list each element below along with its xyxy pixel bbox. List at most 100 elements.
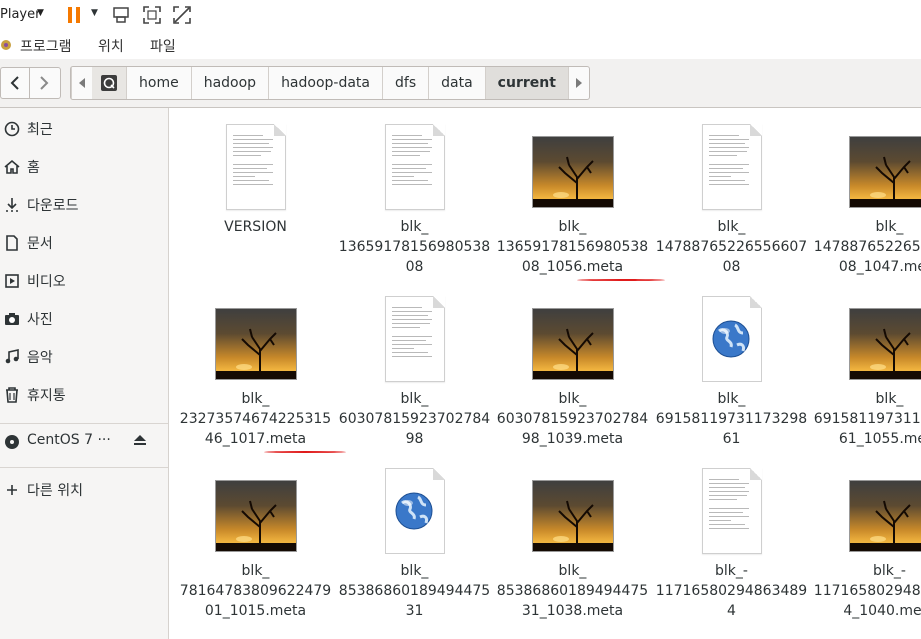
file-name-line: blk_ bbox=[558, 563, 587, 579]
red-underline-annotation bbox=[264, 451, 346, 453]
file-grid: VERSION blk_ 13659178156980538 08 blk_ 136591… bbox=[169, 108, 921, 639]
music-icon bbox=[5, 349, 19, 364]
file-item[interactable]: blk_ 60307815923702784 98 bbox=[332, 294, 497, 464]
trash-icon bbox=[6, 387, 18, 403]
send-keys-icon[interactable] bbox=[112, 5, 132, 25]
image-file-icon bbox=[848, 136, 921, 208]
sidebar-item-music[interactable]: 음악 bbox=[0, 342, 168, 372]
player-menu[interactable]: Player bbox=[0, 7, 40, 22]
breadcrumb-hadoop-data[interactable]: hadoop-data bbox=[268, 67, 382, 99]
sidebar-item-centos[interactable]: CentOS 7 ··· bbox=[0, 427, 168, 457]
breadcrumb-hadoop[interactable]: hadoop bbox=[190, 67, 268, 99]
pause-icon[interactable] bbox=[66, 5, 82, 25]
file-name-line: 98 bbox=[405, 431, 424, 447]
sidebar-item-other-locations[interactable]: 다른 위치 bbox=[0, 475, 168, 505]
tree-silhouette bbox=[532, 328, 613, 379]
file-name-line: blk_ bbox=[241, 391, 270, 407]
file-name-line: 01_1015.meta bbox=[204, 603, 307, 619]
file-name-line: 31_1038.meta bbox=[521, 603, 624, 619]
home-icon bbox=[4, 159, 20, 174]
globe-graphic bbox=[712, 320, 749, 358]
file-item[interactable]: blk_- 11716580294863489 4 bbox=[649, 466, 814, 636]
sidebar-item-label: CentOS 7 ··· bbox=[27, 432, 111, 448]
breadcrumb: home hadoop hadoop-data dfs data current bbox=[70, 66, 590, 100]
text-lines bbox=[708, 479, 749, 532]
breadcrumb-right-arrow[interactable] bbox=[567, 67, 589, 99]
text-lines bbox=[391, 135, 432, 188]
tree-silhouette bbox=[849, 500, 921, 551]
fullscreen-icon[interactable] bbox=[142, 5, 162, 25]
applications-icon[interactable] bbox=[0, 38, 12, 52]
drive-icon bbox=[101, 75, 117, 91]
breadcrumb-home[interactable]: home bbox=[126, 67, 191, 99]
file-item[interactable]: blk_ 78164783809622479 01_1015.meta bbox=[173, 466, 338, 636]
file-item[interactable]: blk_ 69158119731173298 61_1055.meta bbox=[807, 294, 921, 464]
file-item[interactable]: blk_ 69158119731173298 61 bbox=[649, 294, 814, 464]
player-dropdown-icon[interactable]: ▼ bbox=[37, 8, 44, 18]
text-file-icon bbox=[225, 124, 286, 210]
html-file-icon bbox=[384, 468, 445, 554]
disc-icon bbox=[5, 435, 19, 449]
file-item[interactable]: blk_ 13659178156980538 08 bbox=[332, 122, 497, 292]
file-name-line: 11716580294863489 bbox=[655, 583, 808, 599]
sidebar-item-label: 음악 bbox=[27, 350, 53, 366]
menu-location[interactable]: 위치 bbox=[98, 36, 124, 56]
sidebar-item-pictures[interactable]: 사진 bbox=[0, 304, 168, 334]
sidebar-item-downloads[interactable]: 다운로드 bbox=[0, 190, 168, 220]
file-name-line: 08 bbox=[405, 259, 424, 275]
tree-silhouette bbox=[532, 500, 613, 551]
pause-dropdown-icon[interactable]: ▼ bbox=[91, 8, 98, 18]
sidebar-item-trash[interactable]: 휴지통 bbox=[0, 380, 168, 410]
back-arrow-icon bbox=[10, 76, 19, 90]
file-name-line: blk_ bbox=[400, 391, 429, 407]
forward-button[interactable] bbox=[29, 67, 61, 99]
breadcrumb-data[interactable]: data bbox=[428, 67, 485, 99]
file-name-line: 13659178156980538 bbox=[496, 239, 649, 255]
sidebar-item-label: 다른 위치 bbox=[27, 483, 83, 499]
file-name-line: 13659178156980538 bbox=[338, 239, 491, 255]
sidebar-item-recent[interactable]: 최근 bbox=[0, 114, 168, 144]
eject-icon[interactable] bbox=[133, 433, 147, 447]
file-name-line: 85386860189494475 bbox=[338, 583, 491, 599]
file-item[interactable]: blk_ 13659178156980538 08_1056.meta bbox=[490, 122, 655, 292]
unity-mode-icon[interactable] bbox=[172, 5, 192, 25]
file-item[interactable]: blk_ 85386860189494475 31 bbox=[332, 466, 497, 636]
file-name-line: 85386860189494475 bbox=[496, 583, 649, 599]
file-name-line: 69158119731173298 bbox=[813, 411, 921, 427]
image-file-icon bbox=[214, 308, 297, 380]
sidebar-divider bbox=[0, 467, 168, 468]
file-name-line: blk_ bbox=[717, 391, 746, 407]
sidebar-item-home[interactable]: 홈 bbox=[0, 152, 168, 182]
file-name-line: blk_ bbox=[875, 391, 904, 407]
file-item[interactable]: blk_- 11716580294863489 4_1040.meta bbox=[807, 466, 921, 636]
file-name-line: 4_1040.meta bbox=[843, 603, 921, 619]
file-item[interactable]: blk_ 14788765226556607 08 bbox=[649, 122, 814, 292]
video-icon bbox=[5, 274, 19, 288]
globe-graphic bbox=[395, 492, 432, 530]
menu-programs[interactable]: 프로그램 bbox=[20, 36, 72, 56]
file-name-line: blk_ bbox=[241, 563, 270, 579]
file-item[interactable]: blk_ 23273574674225315 46_1017.meta bbox=[173, 294, 338, 464]
file-item[interactable]: blk_ 85386860189494475 31_1038.meta bbox=[490, 466, 655, 636]
back-button[interactable] bbox=[0, 67, 30, 99]
path-toolbar: home hadoop hadoop-data dfs data current bbox=[0, 59, 921, 108]
breadcrumb-dfs[interactable]: dfs bbox=[382, 67, 428, 99]
text-file-icon bbox=[701, 468, 762, 554]
breadcrumb-left-arrow[interactable] bbox=[71, 67, 92, 99]
menu-file[interactable]: 파일 bbox=[150, 36, 176, 56]
sidebar-item-videos[interactable]: 비디오 bbox=[0, 266, 168, 296]
breadcrumb-root[interactable] bbox=[92, 67, 126, 99]
right-triangle-icon bbox=[575, 78, 582, 88]
breadcrumb-current[interactable]: current bbox=[484, 67, 568, 99]
sidebar-divider bbox=[0, 423, 168, 424]
file-item[interactable]: blk_ 60307815923702784 98_1039.meta bbox=[490, 294, 655, 464]
file-item[interactable]: VERSION bbox=[173, 122, 338, 292]
tree-silhouette bbox=[849, 328, 921, 379]
tree-silhouette bbox=[215, 328, 296, 379]
file-name-line: 08 bbox=[722, 259, 741, 275]
file-name-line: 78164783809622479 bbox=[179, 583, 332, 599]
file-name-line: 08_1047.meta bbox=[838, 259, 921, 275]
sidebar-item-documents[interactable]: 문서 bbox=[0, 228, 168, 258]
text-file-icon bbox=[701, 124, 762, 210]
file-item[interactable]: blk_ 14788765226556607 08_1047.meta bbox=[807, 122, 921, 292]
